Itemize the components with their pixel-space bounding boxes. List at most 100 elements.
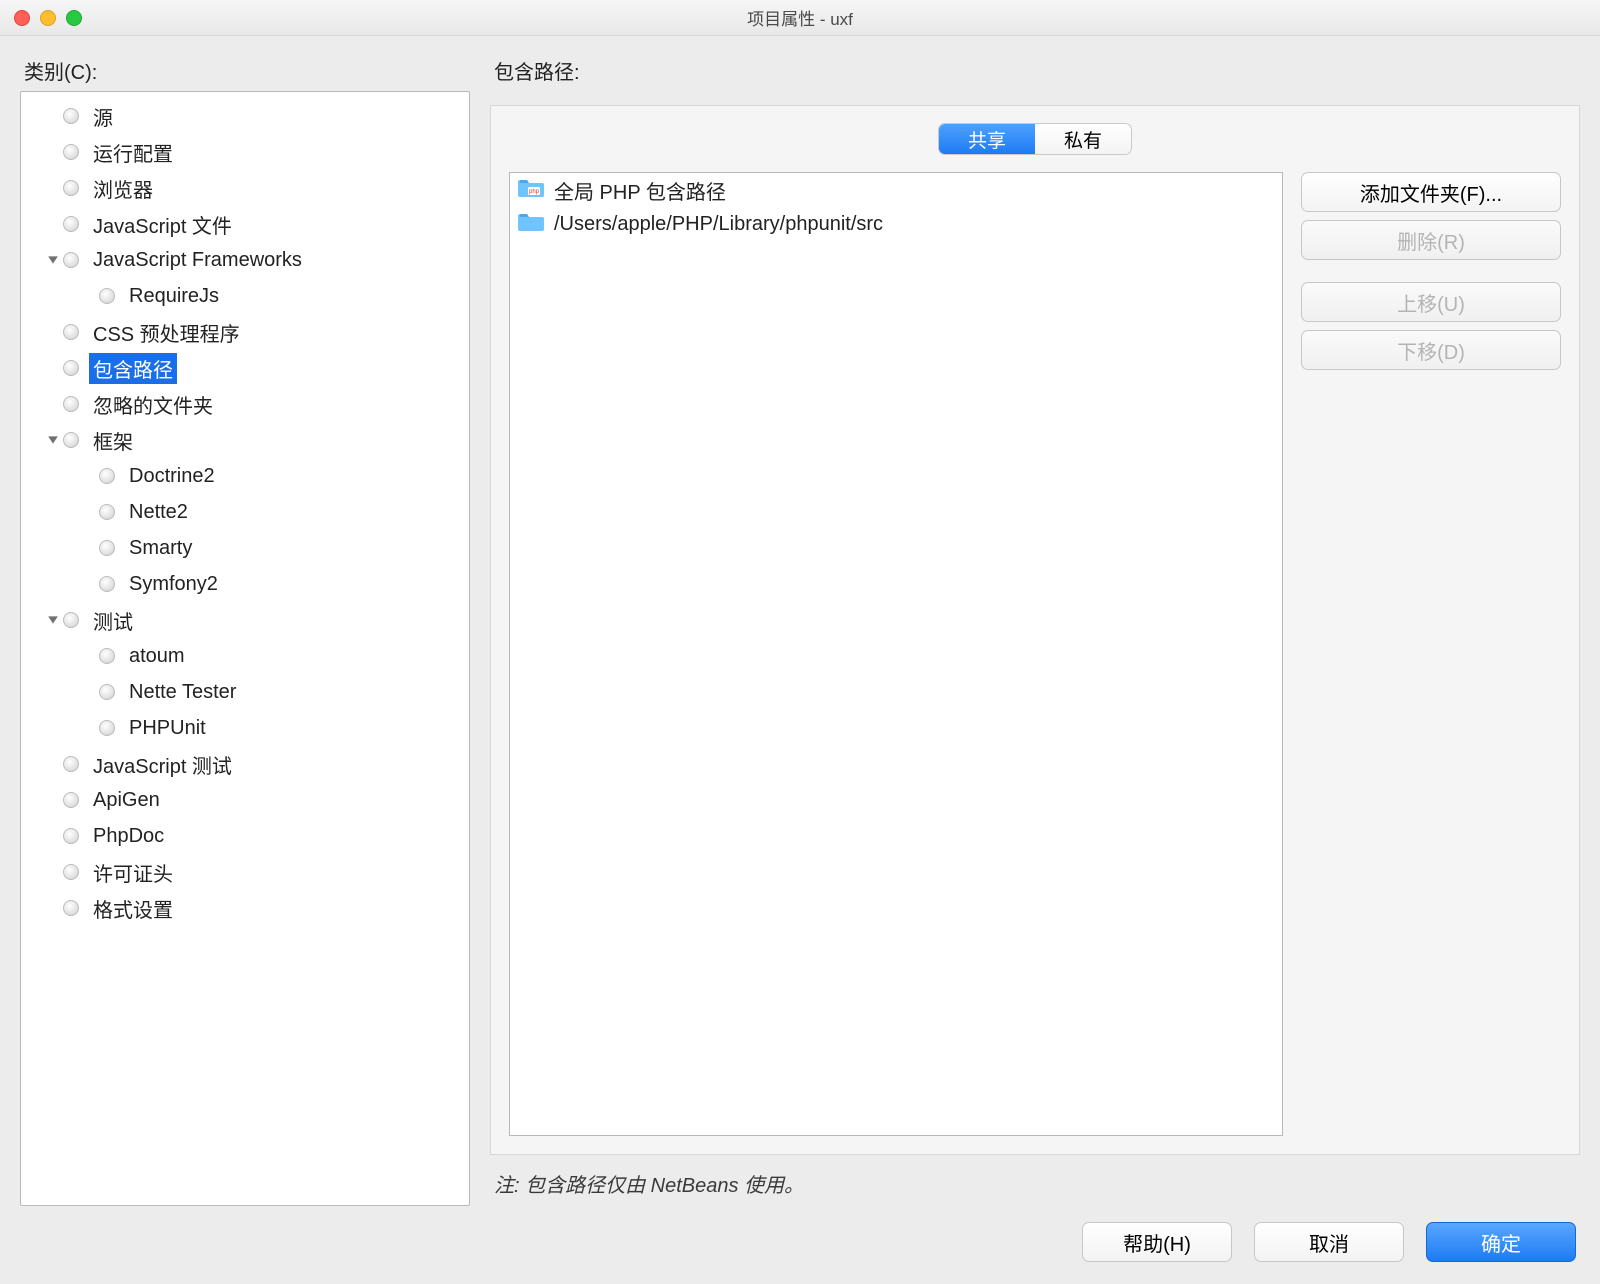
tree-item-label: 格式设置 bbox=[89, 893, 177, 924]
tree-item-label: JavaScript 文件 bbox=[89, 209, 236, 240]
tree-item[interactable]: atoum bbox=[21, 638, 469, 674]
categories-column: 类别(C): 源运行配置浏览器 JavaScript 文件 JavaScript F… bbox=[20, 50, 470, 1206]
button-column: 添加文件夹(F)... 删除(R) 上移(U) 下移(D) bbox=[1301, 172, 1561, 1136]
tree-item[interactable]: Smarty bbox=[21, 530, 469, 566]
remove-button[interactable]: 删除(R) bbox=[1301, 220, 1561, 260]
tree-item[interactable]: PHPUnit bbox=[21, 710, 469, 746]
bullet-icon bbox=[99, 684, 115, 700]
tree-item-label: JavaScript 测试 bbox=[89, 749, 236, 780]
tree-item[interactable]: 包含路径 bbox=[21, 350, 469, 386]
tree-item[interactable]: 格式设置 bbox=[21, 890, 469, 926]
tab-shared[interactable]: 共享 bbox=[939, 124, 1035, 154]
list-item-label: /Users/apple/PHP/Library/phpunit/src bbox=[554, 213, 883, 236]
tree-item[interactable]: JavaScript Frameworks bbox=[21, 242, 469, 278]
tree-item[interactable]: 源 bbox=[21, 98, 469, 134]
tree-item[interactable]: JavaScript 测试 bbox=[21, 746, 469, 782]
list-item[interactable]: php 全局 PHP 包含路径 bbox=[510, 173, 1282, 207]
categories-tree[interactable]: 源运行配置浏览器 JavaScript 文件 JavaScript Framewor… bbox=[20, 91, 470, 1206]
bullet-icon bbox=[99, 504, 115, 520]
tree-item[interactable]: Nette Tester bbox=[21, 674, 469, 710]
titlebar: 项目属性 - uxf bbox=[0, 0, 1600, 36]
bullet-icon bbox=[63, 396, 79, 412]
tree-item[interactable]: ApiGen bbox=[21, 782, 469, 818]
tree-item-label: 框架 bbox=[89, 425, 137, 456]
list-item[interactable]: /Users/apple/PHP/Library/phpunit/src bbox=[510, 207, 1282, 241]
tree-item[interactable]: CSS 预处理程序 bbox=[21, 314, 469, 350]
bullet-icon bbox=[99, 648, 115, 664]
tree-item-label: RequireJs bbox=[125, 284, 223, 309]
tree-item[interactable]: 浏览器 bbox=[21, 170, 469, 206]
tree-item-label: atoum bbox=[125, 644, 189, 669]
tree-item-label: Nette2 bbox=[125, 500, 192, 525]
list-item-label: 全局 PHP 包含路径 bbox=[554, 176, 726, 205]
tab-private[interactable]: 私有 bbox=[1035, 124, 1131, 154]
bullet-icon bbox=[63, 324, 79, 340]
ok-button[interactable]: 确定 bbox=[1426, 1222, 1576, 1262]
bullet-icon bbox=[63, 900, 79, 916]
bullet-icon bbox=[63, 180, 79, 196]
add-folder-button[interactable]: 添加文件夹(F)... bbox=[1301, 172, 1561, 212]
tree-item-label: 忽略的文件夹 bbox=[89, 389, 217, 420]
chevron-down-icon[interactable] bbox=[43, 614, 63, 626]
dialog-window: 项目属性 - uxf 类别(C): 源运行配置浏览器 JavaScript 文件 J… bbox=[0, 0, 1600, 1284]
tree-item-label: 测试 bbox=[89, 605, 137, 636]
tree-item[interactable]: Nette2 bbox=[21, 494, 469, 530]
help-button[interactable]: 帮助(H) bbox=[1082, 1222, 1232, 1262]
window-controls bbox=[0, 10, 82, 26]
bullet-icon bbox=[63, 216, 79, 232]
move-up-button[interactable]: 上移(U) bbox=[1301, 282, 1561, 322]
tree-item-label: CSS 预处理程序 bbox=[89, 317, 244, 348]
tree-item[interactable]: 运行配置 bbox=[21, 134, 469, 170]
window-title: 项目属性 - uxf bbox=[0, 5, 1600, 30]
tree-item-label: Smarty bbox=[125, 536, 196, 561]
detail-column: 包含路径: 共享 私有 php全局 PHP 包含路径/Users/apple/P… bbox=[490, 50, 1580, 1206]
minimize-icon[interactable] bbox=[40, 10, 56, 26]
bullet-icon bbox=[63, 612, 79, 628]
bullet-icon bbox=[63, 432, 79, 448]
tree-item[interactable]: Symfony2 bbox=[21, 566, 469, 602]
bullet-icon bbox=[99, 576, 115, 592]
tree-item[interactable]: Doctrine2 bbox=[21, 458, 469, 494]
tree-item[interactable]: 许可证头 bbox=[21, 854, 469, 890]
tree-item[interactable]: 忽略的文件夹 bbox=[21, 386, 469, 422]
tree-item-label: 许可证头 bbox=[89, 857, 177, 888]
tree-item[interactable]: 测试 bbox=[21, 602, 469, 638]
bullet-icon bbox=[63, 108, 79, 124]
tree-item-label: 源 bbox=[89, 101, 117, 132]
svg-text:php: php bbox=[529, 189, 540, 195]
content-row: php 全局 PHP 包含路径/Users/apple/PHP/Library/p… bbox=[509, 172, 1561, 1136]
tree-item-label: ApiGen bbox=[89, 788, 164, 813]
tree-item[interactable]: JavaScript 文件 bbox=[21, 206, 469, 242]
tree-item-label: 运行配置 bbox=[89, 137, 177, 168]
tree-item-label: JavaScript Frameworks bbox=[89, 248, 306, 273]
chevron-down-icon[interactable] bbox=[43, 434, 63, 446]
segmented-control: 共享 私有 bbox=[509, 124, 1561, 154]
chevron-down-icon[interactable] bbox=[43, 254, 63, 266]
tree-item-label: PHPUnit bbox=[125, 716, 210, 741]
bullet-icon bbox=[99, 468, 115, 484]
bullet-icon bbox=[63, 360, 79, 376]
tree-item-label: PhpDoc bbox=[89, 824, 168, 849]
tree-item-label: Doctrine2 bbox=[125, 464, 219, 489]
tree-item[interactable]: RequireJs bbox=[21, 278, 469, 314]
upper-area: 类别(C): 源运行配置浏览器 JavaScript 文件 JavaScript F… bbox=[0, 36, 1600, 1206]
close-icon[interactable] bbox=[14, 10, 30, 26]
zoom-icon[interactable] bbox=[66, 10, 82, 26]
categories-label: 类别(C): bbox=[24, 56, 470, 85]
folder-icon bbox=[518, 210, 544, 238]
tree-item-label: 浏览器 bbox=[89, 173, 157, 204]
bullet-icon bbox=[99, 288, 115, 304]
bullet-icon bbox=[99, 540, 115, 556]
bullet-icon bbox=[63, 756, 79, 772]
tree-item[interactable]: PhpDoc bbox=[21, 818, 469, 854]
bullet-icon bbox=[63, 144, 79, 160]
path-list[interactable]: php 全局 PHP 包含路径/Users/apple/PHP/Library/p… bbox=[509, 172, 1283, 1136]
bullet-icon bbox=[99, 720, 115, 736]
content-frame: 共享 私有 php 全局 PHP 包含路径/Users/apple/PHP/Lib… bbox=[490, 105, 1580, 1155]
tree-item[interactable]: 框架 bbox=[21, 422, 469, 458]
cancel-button[interactable]: 取消 bbox=[1254, 1222, 1404, 1262]
move-down-button[interactable]: 下移(D) bbox=[1301, 330, 1561, 370]
dialog-body: 类别(C): 源运行配置浏览器 JavaScript 文件 JavaScript F… bbox=[0, 36, 1600, 1284]
php-folder-icon: php bbox=[518, 176, 544, 204]
bullet-icon bbox=[63, 828, 79, 844]
